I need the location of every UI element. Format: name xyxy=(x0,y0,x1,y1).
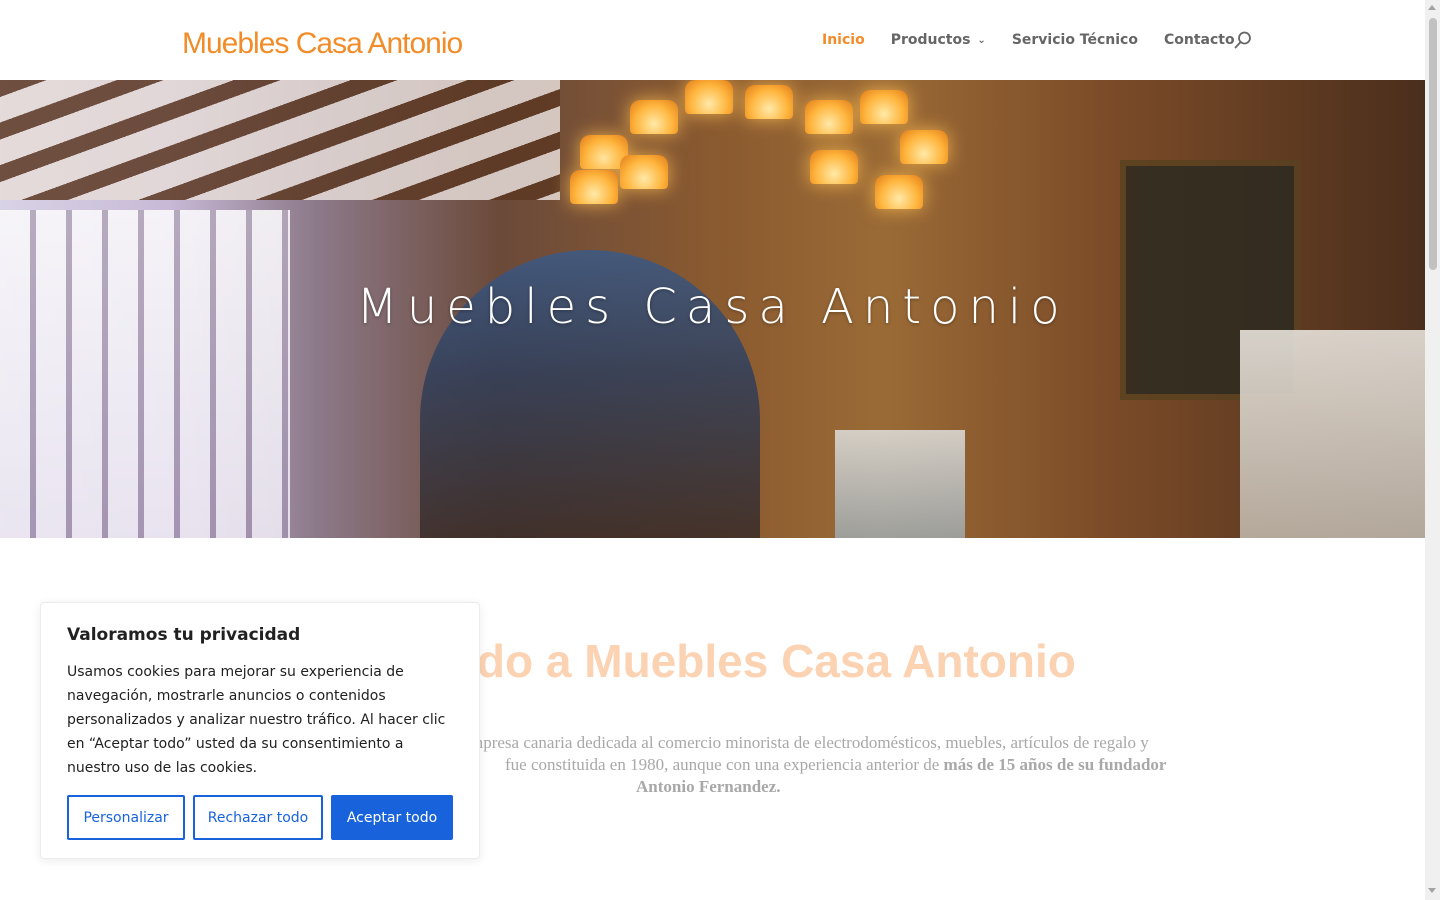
cookie-title: Valoramos tu privacidad xyxy=(67,625,301,645)
hero-ceiling-beams xyxy=(0,80,560,200)
scroll-up-arrow-icon[interactable] xyxy=(1428,5,1436,10)
intro-line-2-bold: más de 15 años de su fundador xyxy=(943,755,1167,774)
chevron-down-icon: ⌄ xyxy=(977,35,986,46)
cookie-body: Usamos cookies para mejorar su experienc… xyxy=(67,664,446,776)
nav-item-productos[interactable]: Productos ⌄ xyxy=(891,32,986,48)
site-logo[interactable]: Muebles Casa Antonio xyxy=(182,27,463,61)
nav-item-label: Servicio Técnico xyxy=(1011,32,1138,48)
intro-line-3-bold: Antonio Fernandez. xyxy=(636,777,781,796)
site-header: Muebles Casa Antonio Inicio Productos ⌄ … xyxy=(0,0,1425,80)
main-nav: Inicio Productos ⌄ Servicio Técnico Cont… xyxy=(822,32,1261,48)
cookie-consent-dialog: Valoramos tu privacidad Usamos cookies p… xyxy=(40,602,480,859)
hero-fireplace xyxy=(1240,330,1425,538)
scrollbar-thumb[interactable] xyxy=(1429,18,1437,270)
hero-banner: Muebles Casa Antonio xyxy=(0,80,1425,538)
scrollbar[interactable] xyxy=(1425,0,1440,900)
nav-item-label: Inicio xyxy=(822,32,865,48)
nav-item-label: Contacto xyxy=(1163,32,1235,48)
nav-item-inicio[interactable]: Inicio xyxy=(822,32,865,48)
hero-doors xyxy=(835,430,965,538)
nav-item-label: Productos xyxy=(890,32,971,48)
accept-all-button[interactable]: Aceptar todo xyxy=(331,795,453,840)
nav-item-servicio-tecnico[interactable]: Servicio Técnico xyxy=(1012,32,1138,48)
scroll-down-arrow-icon[interactable] xyxy=(1428,888,1436,893)
nav-item-contacto[interactable]: Contacto xyxy=(1164,32,1235,48)
chandelier xyxy=(560,80,960,310)
reject-all-button[interactable]: Rechazar todo xyxy=(193,795,323,840)
search-icon[interactable] xyxy=(1234,31,1252,49)
hero-title: Muebles Casa Antonio xyxy=(356,279,1069,335)
hero-windows xyxy=(0,210,290,538)
customize-button[interactable]: Personalizar xyxy=(67,795,185,840)
intro-line-2-text: fue constituida en 1980, aunque con una … xyxy=(505,755,944,774)
